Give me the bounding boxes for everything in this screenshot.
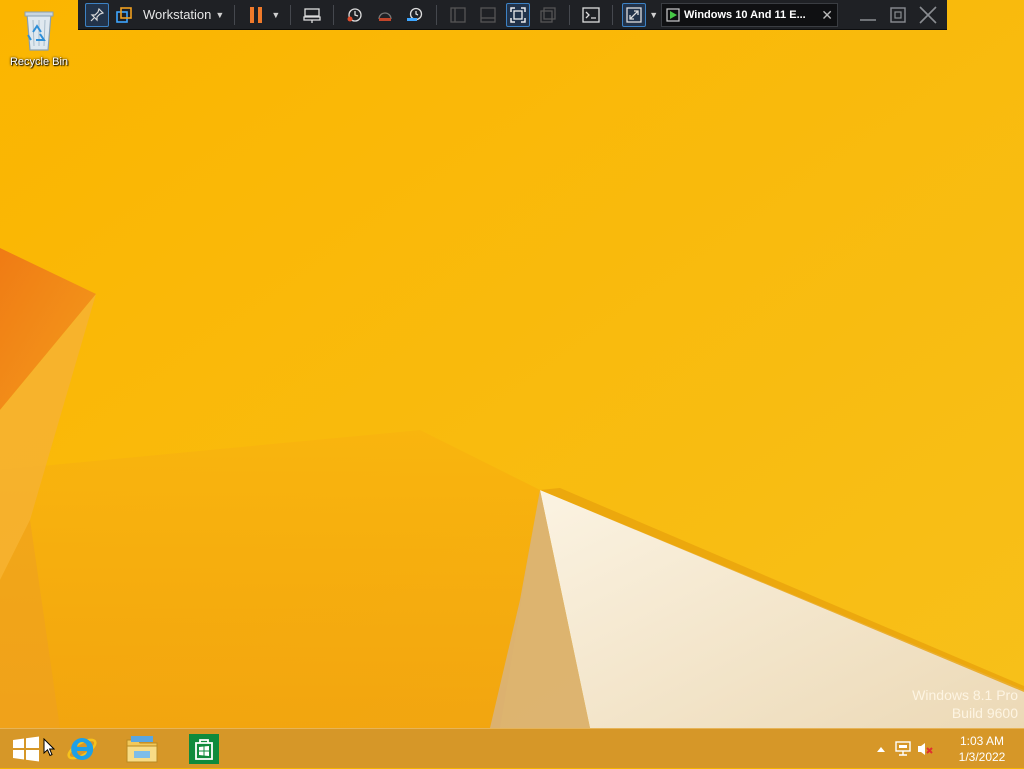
unity-button[interactable]	[536, 3, 560, 27]
chevron-down-icon[interactable]: ▼	[649, 10, 658, 20]
toolbar-separator	[569, 4, 571, 25]
internet-explorer-icon	[67, 737, 97, 760]
mouse-cursor-icon	[43, 738, 55, 757]
recycle-bin[interactable]: Recycle Bin	[4, 6, 74, 68]
snapshot-icon	[347, 7, 362, 22]
close-tab-icon[interactable]: ✕	[821, 7, 833, 24]
windows-watermark: Windows 8.1 Pro Build 9600	[912, 686, 1018, 722]
pause-icon	[250, 6, 263, 23]
chevron-down-icon[interactable]: ▼	[271, 10, 280, 20]
network-icon	[895, 741, 911, 756]
watermark-build: Build 9600	[951, 705, 1018, 721]
pin-icon	[90, 7, 104, 21]
recycle-bin-label: Recycle Bin	[9, 56, 69, 68]
revert-icon	[378, 11, 392, 21]
send-ctrl-alt-del-button[interactable]	[300, 3, 324, 27]
file-explorer-taskbar-button[interactable]	[120, 729, 164, 769]
minimize-button[interactable]	[855, 3, 881, 27]
vm-running-icon	[666, 8, 680, 22]
vm-tab-name: Windows 10 And 11 E...	[684, 9, 806, 21]
recycle-bin-icon	[24, 11, 54, 51]
close-icon	[919, 6, 937, 24]
take-snapshot-button[interactable]	[343, 3, 367, 27]
send-keys-icon	[303, 7, 321, 23]
revert-snapshot-button[interactable]	[373, 3, 397, 27]
wallpaper	[0, 0, 1024, 728]
volume-muted-icon	[918, 743, 933, 755]
console-icon	[582, 6, 600, 23]
toolbar-separator	[612, 4, 614, 25]
fullscreen-icon	[510, 6, 526, 23]
vm-tab[interactable]: Windows 10 And 11 E... ✕	[661, 3, 838, 27]
unity-icon	[540, 6, 556, 23]
toolbar-separator	[290, 4, 292, 25]
show-hidden-icons-button[interactable]	[870, 739, 892, 759]
library-view-icon	[480, 6, 496, 23]
file-explorer-icon	[126, 736, 158, 763]
chevron-down-icon[interactable]: ▼	[215, 10, 224, 20]
toolbar-separator	[333, 4, 335, 25]
library-icon	[116, 6, 132, 23]
show-hidden-icons-icon	[877, 747, 885, 752]
pause-button[interactable]	[244, 3, 268, 27]
restore-icon	[890, 7, 906, 23]
full-screen-button[interactable]	[506, 2, 531, 27]
pin-button[interactable]	[85, 2, 109, 27]
toolbar-separator	[436, 4, 438, 25]
watermark-edition: Windows 8.1 Pro	[912, 687, 1018, 703]
stretch-icon	[626, 6, 642, 23]
clock-date: 1/3/2022	[958, 750, 1006, 764]
snapshot-manager-button[interactable]	[403, 3, 427, 27]
library-button[interactable]	[112, 3, 136, 27]
vmware-toolbar: Workstation ▼ ▼ ▼ Windows 10 And 11 E...	[78, 0, 947, 30]
clock-time: 1:03 AM	[959, 734, 1005, 748]
show-library-button[interactable]	[446, 3, 470, 27]
start-button[interactable]	[6, 729, 46, 769]
single-view-icon	[450, 6, 466, 23]
internet-explorer-taskbar-button[interactable]	[60, 729, 104, 769]
volume-button[interactable]	[914, 739, 936, 759]
start-icon	[13, 736, 39, 762]
desktop[interactable]: Recycle Bin Windows 8.1 Pro Build 9600	[0, 0, 1024, 728]
console-view-button[interactable]	[579, 3, 603, 27]
taskbar: 1:03 AM 1/3/2022	[0, 728, 1024, 768]
toolbar-separator	[234, 4, 236, 25]
minimize-icon	[860, 19, 876, 21]
network-button[interactable]	[892, 739, 914, 759]
window-controls	[851, 3, 941, 27]
snapshot-manager-icon	[407, 7, 423, 21]
workstation-menu[interactable]: Workstation	[143, 7, 211, 22]
system-tray: 1:03 AM 1/3/2022	[870, 729, 1024, 769]
stretch-guest-button[interactable]	[622, 2, 647, 27]
restore-button[interactable]	[885, 3, 911, 27]
close-button[interactable]	[915, 3, 941, 27]
store-icon	[189, 734, 219, 764]
store-taskbar-button[interactable]	[182, 729, 226, 769]
clock[interactable]: 1:03 AM 1/3/2022	[940, 733, 1024, 765]
thumbnail-bar-button[interactable]	[476, 3, 500, 27]
